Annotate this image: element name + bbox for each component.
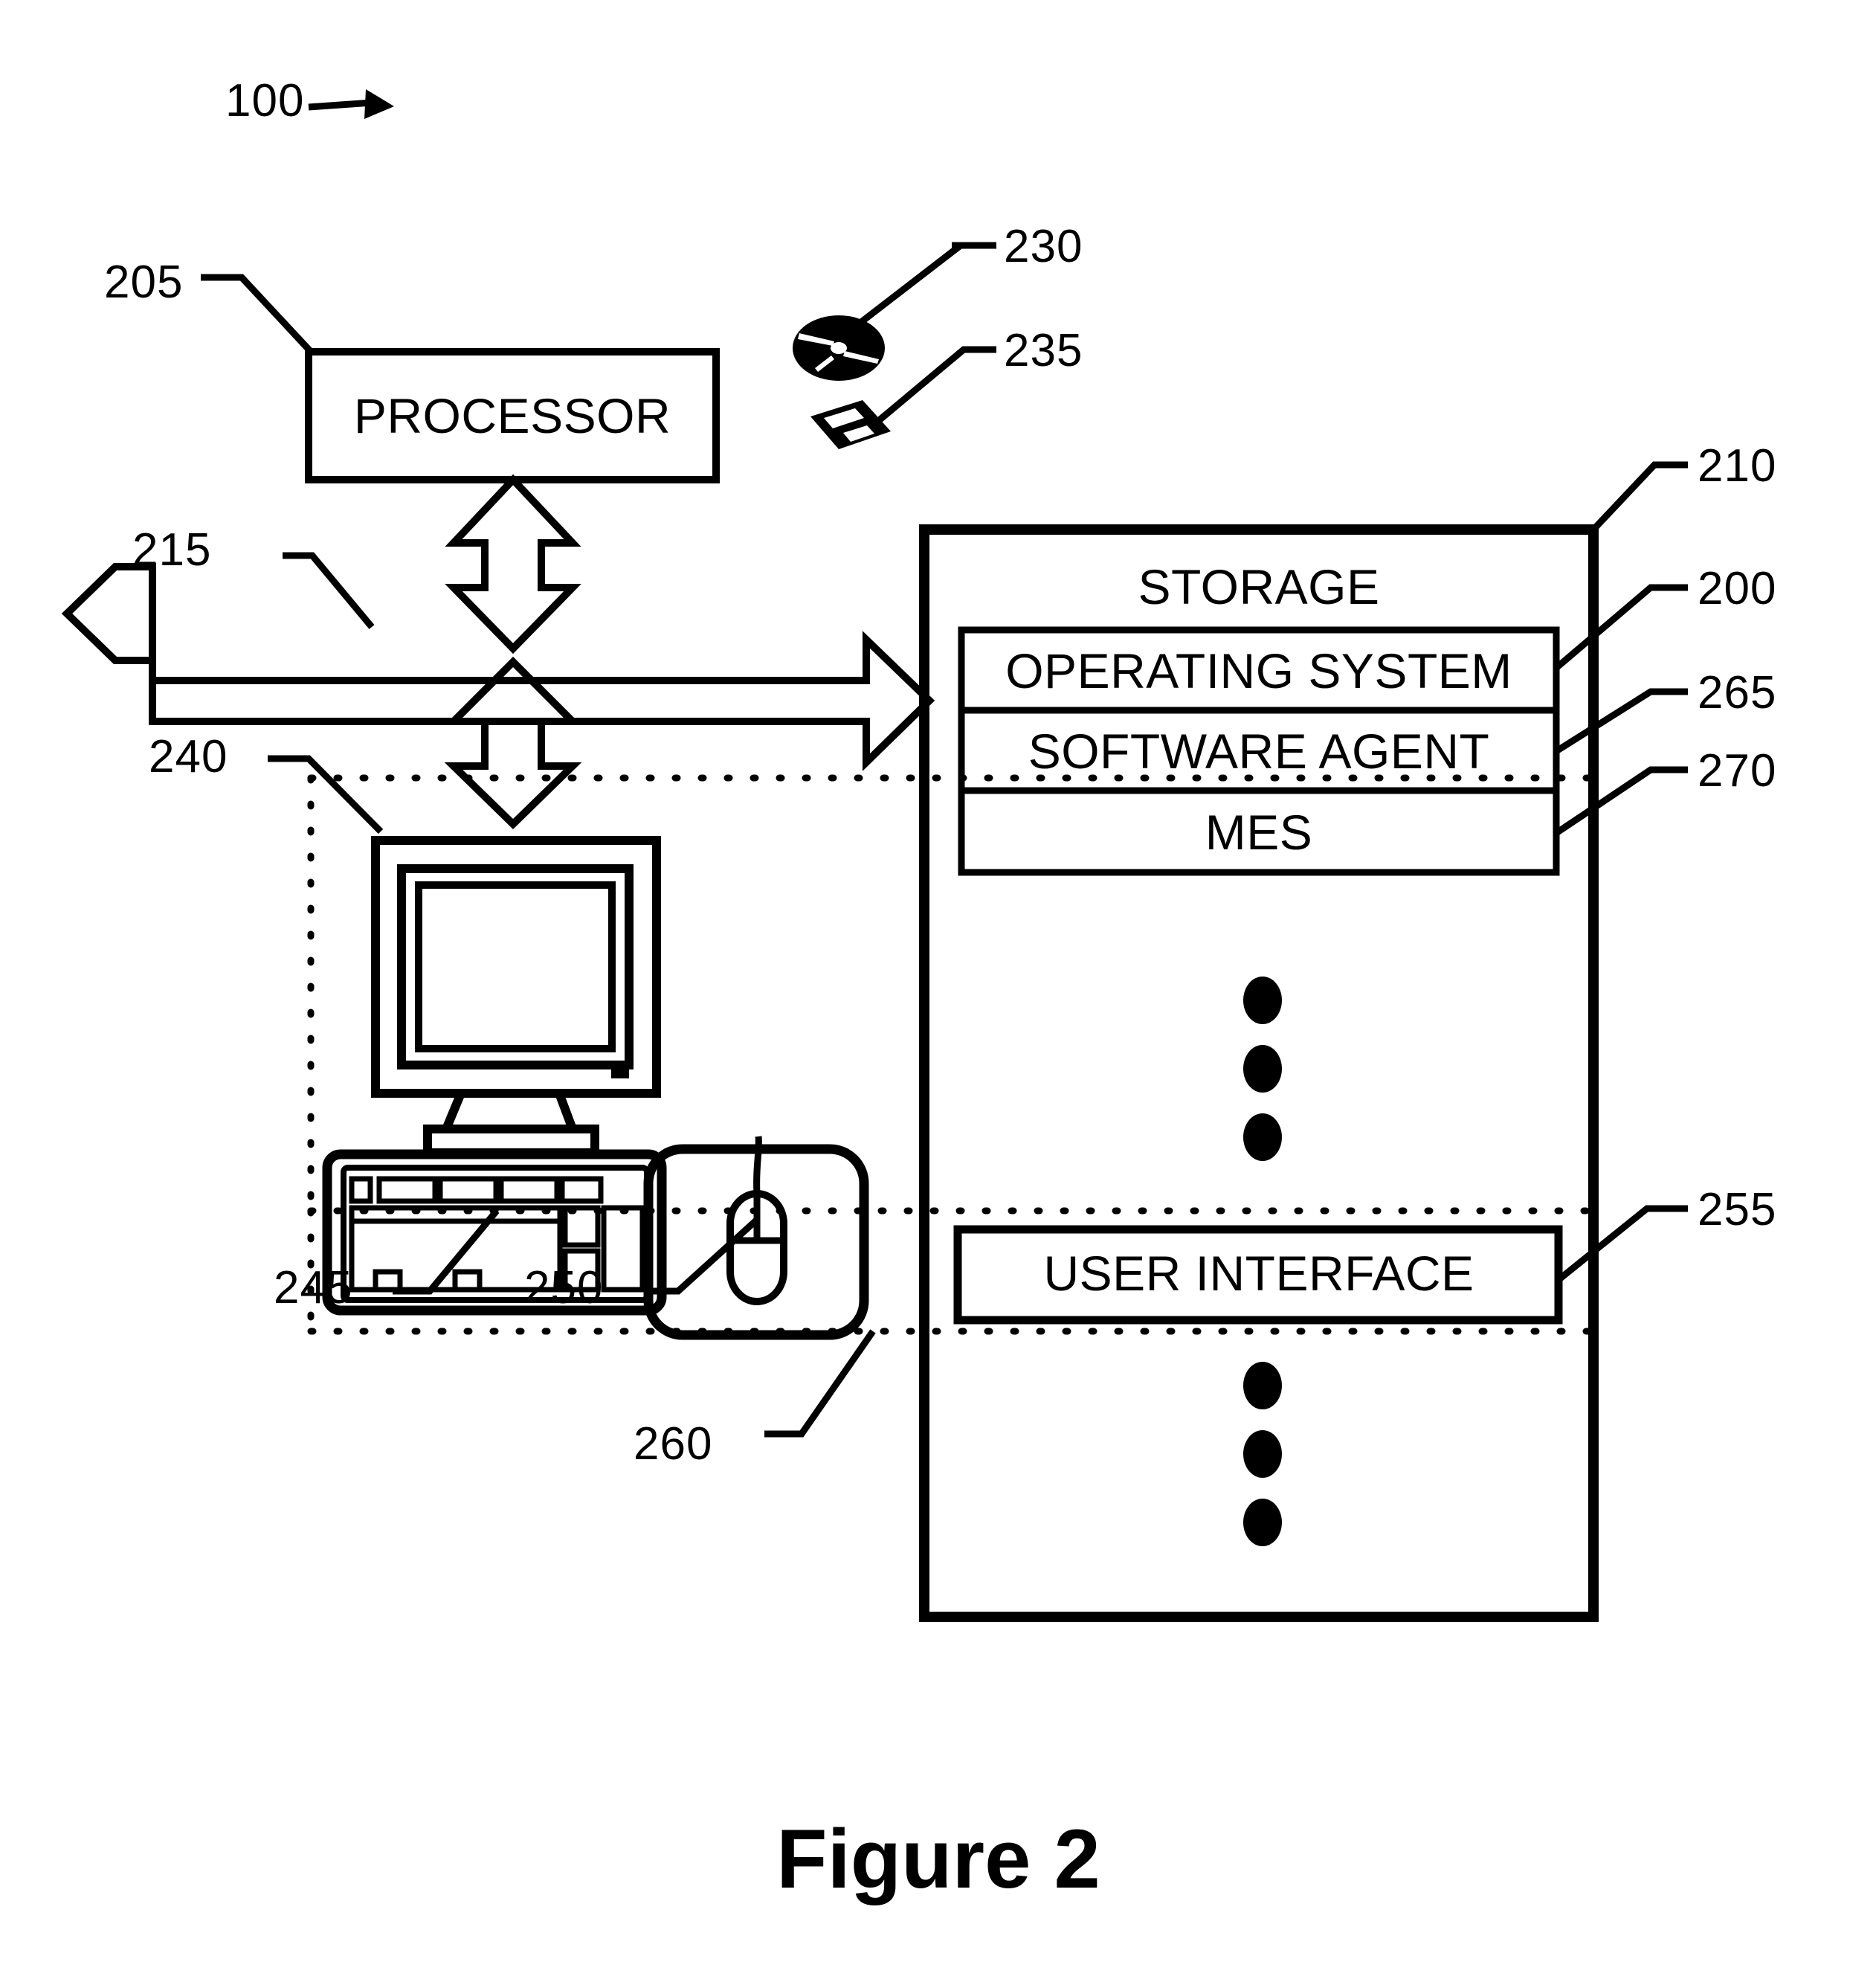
dotted-region-ref-260: 260 bbox=[634, 1329, 876, 1470]
mouse-cord bbox=[753, 1136, 762, 1194]
monitor-neck bbox=[439, 1091, 579, 1133]
key-group bbox=[437, 1176, 499, 1204]
software-agent-block: SOFTWARE AGENT bbox=[958, 707, 1560, 794]
monitor-bezel bbox=[397, 864, 634, 1069]
patent-figure-2: 100 205 PROCESSOR 215 230 235 STORAGE 21… bbox=[0, 0, 1876, 1988]
ellipsis-dot bbox=[1243, 1113, 1282, 1161]
keyboard-function-row bbox=[349, 1176, 604, 1204]
software-agent-label: SOFTWARE AGENT bbox=[1028, 724, 1490, 779]
user-interface-label: USER INTERFACE bbox=[1043, 1246, 1474, 1301]
ellipsis-dot bbox=[1243, 1499, 1282, 1546]
monitor-screen bbox=[415, 881, 616, 1052]
processor-block: PROCESSOR bbox=[305, 348, 720, 483]
monitor-ref-240: 240 bbox=[149, 731, 384, 834]
monitor-base bbox=[423, 1125, 599, 1157]
ref-label-200: 200 bbox=[1698, 563, 1776, 614]
key bbox=[349, 1176, 373, 1204]
double-arrow-vertical-bottom bbox=[444, 656, 582, 829]
key-group bbox=[559, 1176, 604, 1204]
processor-label: PROCESSOR bbox=[354, 388, 671, 443]
keyboard-notch-right bbox=[452, 1269, 483, 1290]
ref-leader-240 bbox=[268, 755, 384, 834]
ref-leader-205 bbox=[201, 274, 315, 356]
ref-label-255: 255 bbox=[1698, 1184, 1776, 1235]
operating-system-block: OPERATING SYSTEM bbox=[958, 626, 1560, 714]
ref-label-235: 235 bbox=[1004, 325, 1083, 376]
ref-label-245: 245 bbox=[274, 1262, 352, 1313]
ref-leader-215 bbox=[283, 552, 375, 629]
disc-ref-230: 230 bbox=[845, 221, 1083, 335]
ref-label-250: 250 bbox=[524, 1262, 603, 1313]
ref-label-260: 260 bbox=[634, 1418, 712, 1470]
key-group bbox=[376, 1176, 438, 1204]
ref-leader-260 bbox=[764, 1329, 876, 1438]
user-interface-block: USER INTERFACE bbox=[953, 1225, 1563, 1325]
ellipsis-dot bbox=[1243, 1045, 1282, 1093]
crt-monitor-icon bbox=[371, 836, 661, 1157]
ref-leader-210 bbox=[1590, 461, 1688, 533]
ref-label-210: 210 bbox=[1698, 440, 1776, 492]
mes-label: MES bbox=[1205, 805, 1313, 860]
ref-label-205: 205 bbox=[104, 257, 183, 308]
keyboard-icon bbox=[322, 1149, 667, 1316]
ref-label-265: 265 bbox=[1698, 667, 1776, 718]
ref-label-270: 270 bbox=[1698, 745, 1776, 797]
figure-canvas: 100 205 PROCESSOR 215 230 235 STORAGE 21… bbox=[61, 75, 1776, 1905]
operating-system-label: OPERATING SYSTEM bbox=[1005, 643, 1512, 698]
monitor-power-led bbox=[611, 1064, 629, 1078]
floppy-disk-icon bbox=[810, 400, 891, 449]
storage-ref-210: 210 bbox=[1590, 440, 1776, 533]
ref-leader-270 bbox=[1554, 766, 1688, 836]
storage-ellipsis-lower bbox=[1243, 1362, 1282, 1546]
storage-label: STORAGE bbox=[1138, 559, 1379, 614]
double-arrow-vertical-top bbox=[445, 474, 581, 654]
ref-label-240: 240 bbox=[149, 731, 228, 782]
ellipsis-dot bbox=[1243, 1430, 1282, 1478]
ref-leader-230 bbox=[845, 242, 981, 335]
ellipsis-dot bbox=[1243, 977, 1282, 1024]
ref-leader-255 bbox=[1557, 1205, 1688, 1282]
floppy-body bbox=[810, 400, 891, 449]
mouse-icon bbox=[643, 1136, 869, 1340]
storage-ellipsis-upper bbox=[1243, 977, 1282, 1161]
ellipsis-dot bbox=[1243, 1362, 1282, 1409]
key-group bbox=[498, 1176, 560, 1204]
ref-arrowhead-100 bbox=[364, 89, 394, 119]
ref-leader-265 bbox=[1554, 688, 1688, 754]
mes-block: MES bbox=[958, 787, 1560, 876]
ref-leader-200 bbox=[1554, 584, 1688, 671]
floppy-ref-235: 235 bbox=[875, 325, 1083, 425]
processor-bus-connector bbox=[445, 474, 581, 654]
processor-ref-205: 205 bbox=[104, 257, 315, 356]
ref-label-230: 230 bbox=[1004, 221, 1083, 272]
ref-leader-100 bbox=[308, 99, 373, 111]
keyboard-notch-left bbox=[373, 1269, 403, 1290]
bus-monitor-connector bbox=[444, 656, 582, 829]
ref-label-100: 100 bbox=[225, 75, 304, 126]
ref-leader-235 bbox=[875, 346, 996, 425]
figure-caption: Figure 2 bbox=[776, 1812, 1100, 1905]
compact-disc-icon bbox=[793, 315, 885, 381]
system-ref-100: 100 bbox=[225, 75, 394, 126]
bus-ref-215: 215 bbox=[132, 524, 375, 629]
keyboard-numpad bbox=[601, 1205, 645, 1293]
